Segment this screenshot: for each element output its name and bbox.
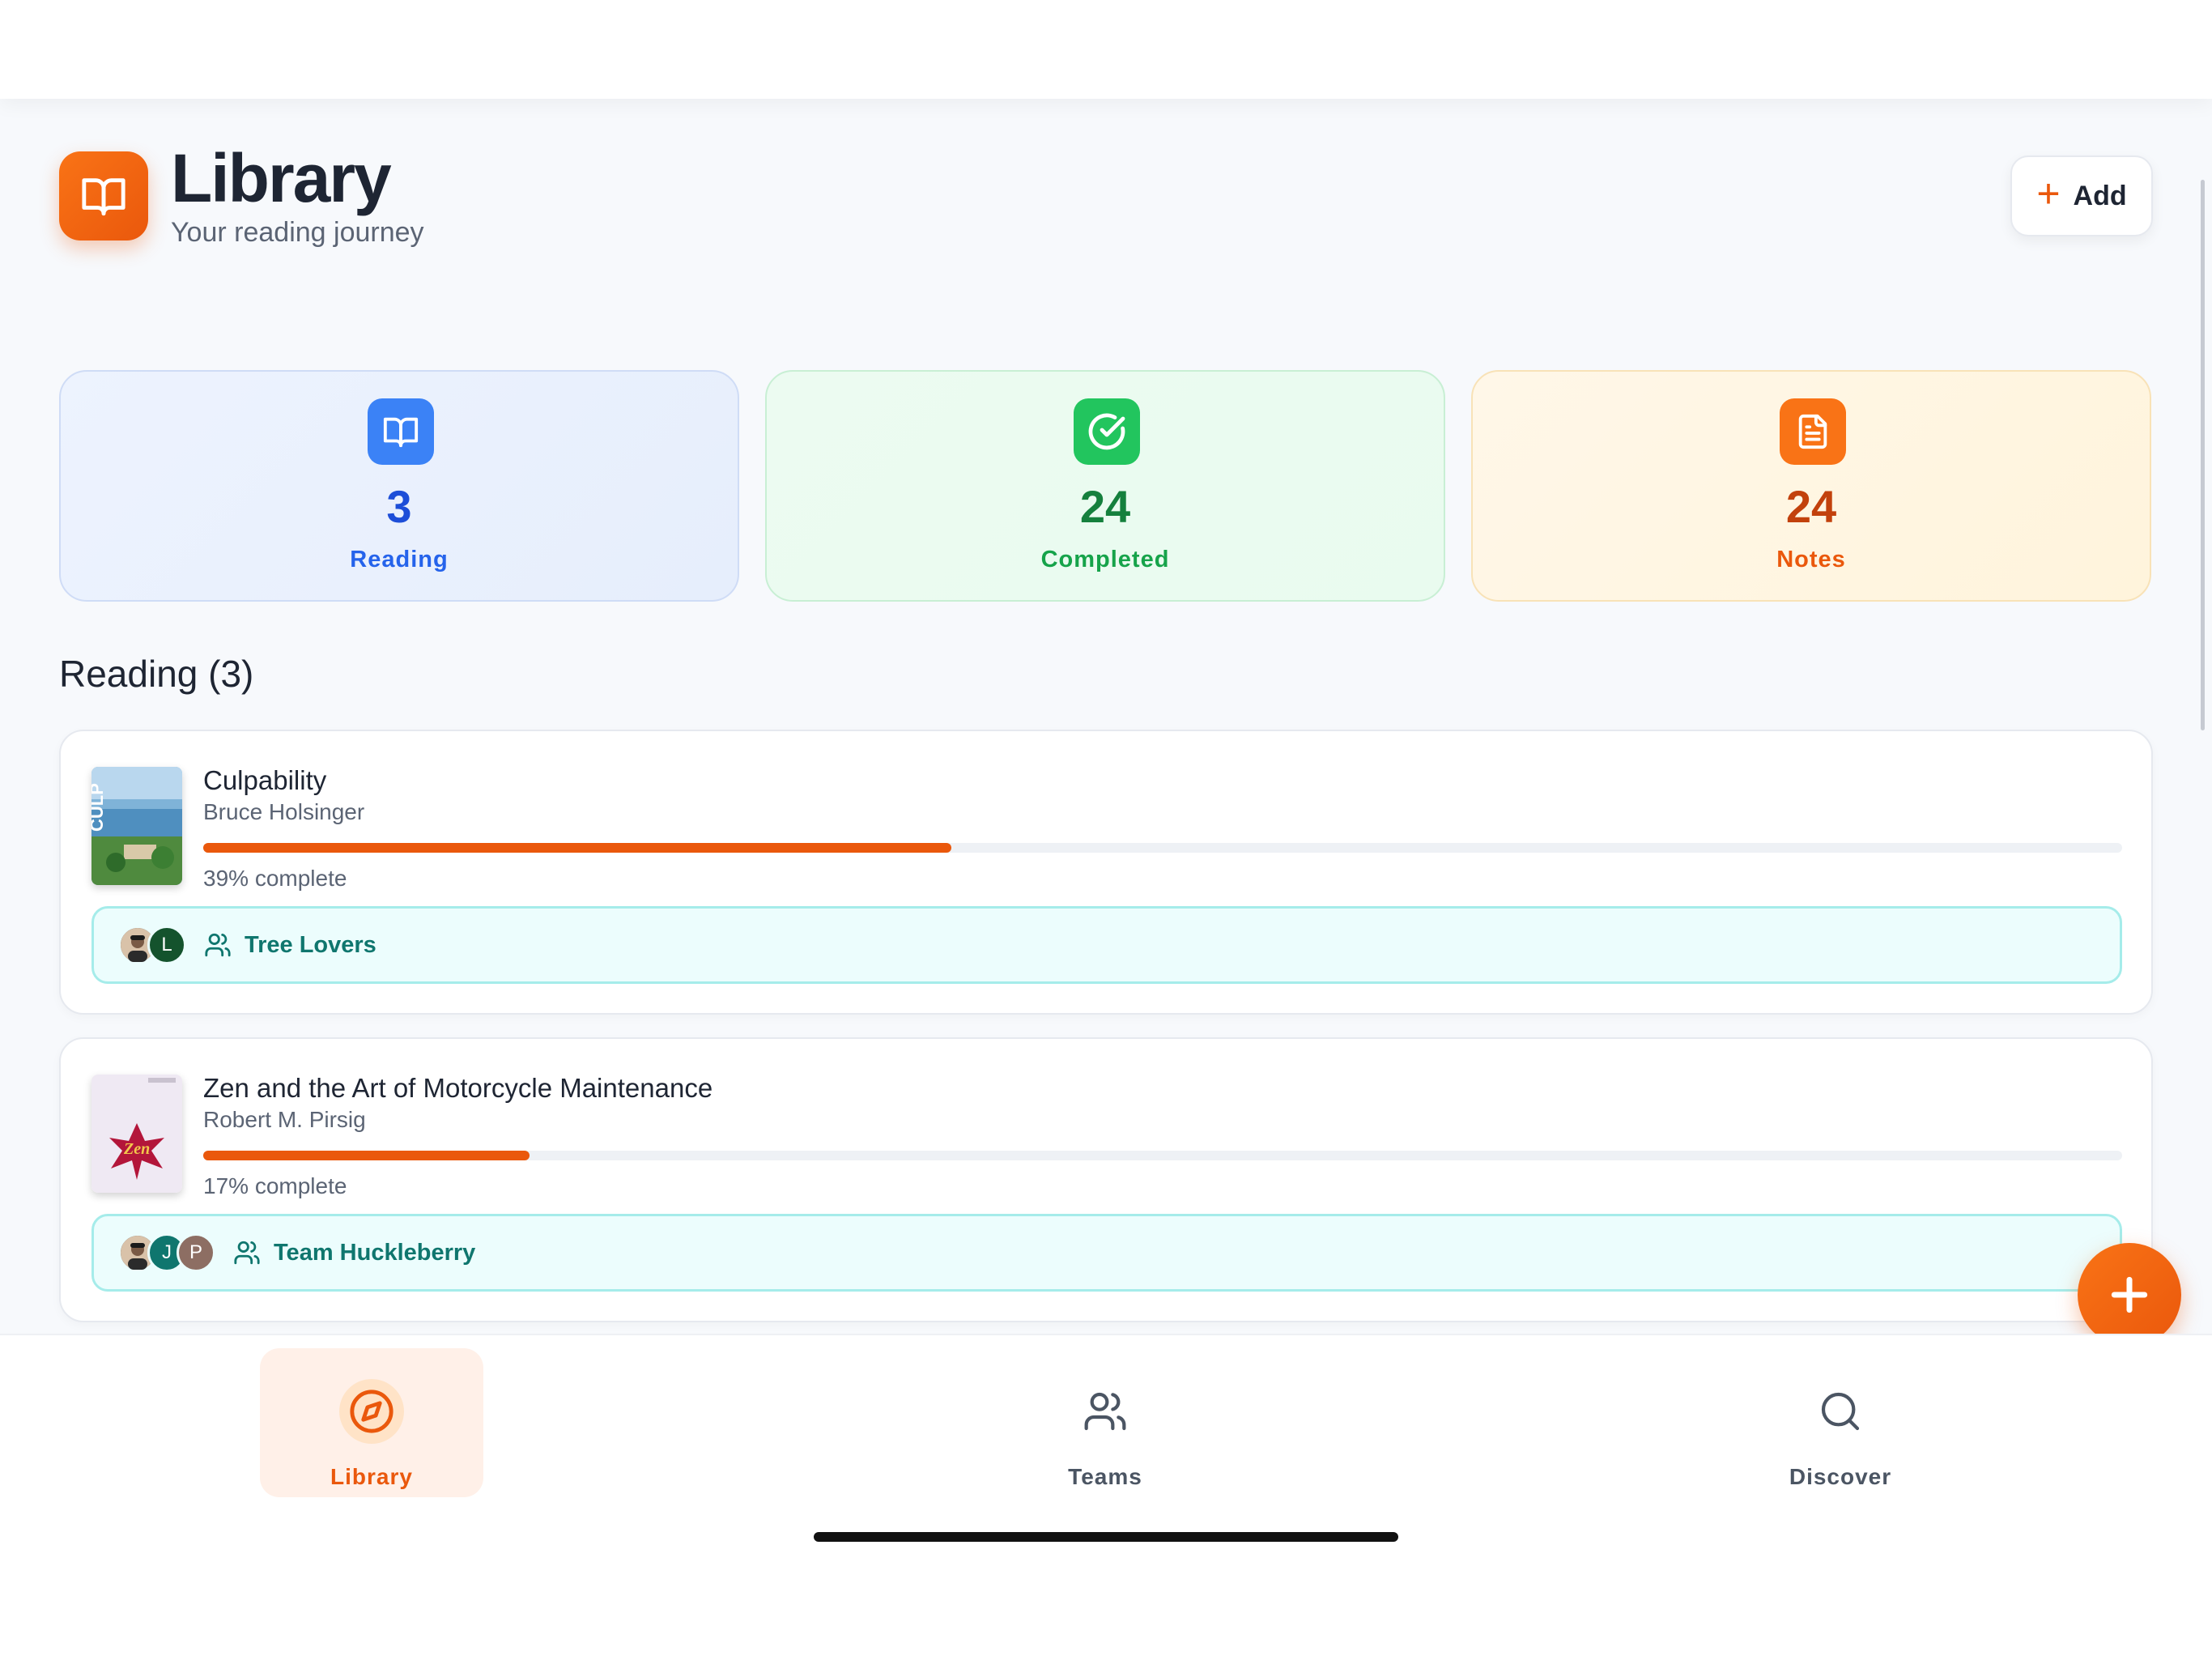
stat-value: 24 [1079,481,1131,532]
status-bar-area [0,0,2212,99]
stat-label: Notes [1776,547,1846,572]
page-title: Library [171,140,392,216]
member-avatars: J P [118,1233,215,1272]
progress-bar [203,1151,2122,1160]
avatar: P [177,1233,215,1272]
document-icon [1780,398,1846,465]
progress-bar [203,843,2122,853]
compass-icon [339,1379,404,1444]
page-header: Library Your reading journey + Add [59,140,2153,259]
progress-label: 39% complete [203,866,347,891]
library-logo-icon [59,151,148,240]
nav-label: Discover [1789,1464,1892,1489]
svg-text:CULP: CULP [91,783,107,832]
team-link[interactable]: L Tree Lovers [91,906,2122,984]
book-author: Robert M. Pirsig [203,1107,366,1132]
nav-item-teams[interactable]: Teams [993,1348,1217,1497]
book-author: Bruce Holsinger [203,799,365,824]
add-book-fab[interactable] [2078,1243,2181,1347]
nav-item-library[interactable]: Library [260,1348,483,1497]
users-icon [1073,1379,1138,1444]
nav-item-discover[interactable]: Discover [1729,1348,1952,1497]
book-cover-image: Zen [91,1075,182,1193]
stat-value: 3 [386,481,412,532]
stat-value: 24 [1785,481,1837,532]
nav-label: Teams [1068,1464,1142,1489]
stat-label: Reading [350,547,449,572]
section-title: Reading (3) [59,653,254,695]
progress-fill [203,843,952,853]
plus-icon [2111,1276,2148,1313]
home-indicator[interactable] [814,1532,1398,1542]
add-button-label: Add [2073,180,2127,211]
users-icon [204,931,232,959]
stat-card-completed[interactable]: 24 Completed [765,370,1445,602]
team-name: Team Huckleberry [274,1239,476,1266]
book-card[interactable]: Zen Zen and the Art of Motorcycle Mainte… [59,1037,2153,1322]
book-title: Culpability [203,765,327,795]
open-book-icon [368,398,434,465]
page-subtitle: Your reading journey [171,217,424,248]
team-link[interactable]: J P Team Huckleberry [91,1214,2122,1292]
avatar: L [147,926,186,964]
users-icon [233,1239,261,1266]
stat-label: Completed [1040,547,1170,572]
team-name: Tree Lovers [245,931,376,958]
book-title: Zen and the Art of Motorcycle Maintenanc… [203,1073,713,1103]
progress-fill [203,1151,530,1160]
member-avatars: L [118,926,186,964]
search-icon [1808,1379,1873,1444]
book-cover-image: CULP [91,767,182,885]
nav-label: Library [330,1464,413,1489]
stat-card-notes[interactable]: 24 Notes [1471,370,2151,602]
scrollbar[interactable] [2201,180,2205,730]
check-circle-icon [1074,398,1140,465]
add-button[interactable]: + Add [2010,155,2153,236]
book-card[interactable]: CULP Culpability Bruce Holsinger 39% com… [59,730,2153,1015]
plus-icon: + [2036,171,2061,216]
svg-text:Zen: Zen [123,1140,150,1158]
stat-card-reading[interactable]: 3 Reading [59,370,739,602]
progress-label: 17% complete [203,1173,347,1198]
bottom-navigation: Library Teams Discover [0,1334,2212,1660]
